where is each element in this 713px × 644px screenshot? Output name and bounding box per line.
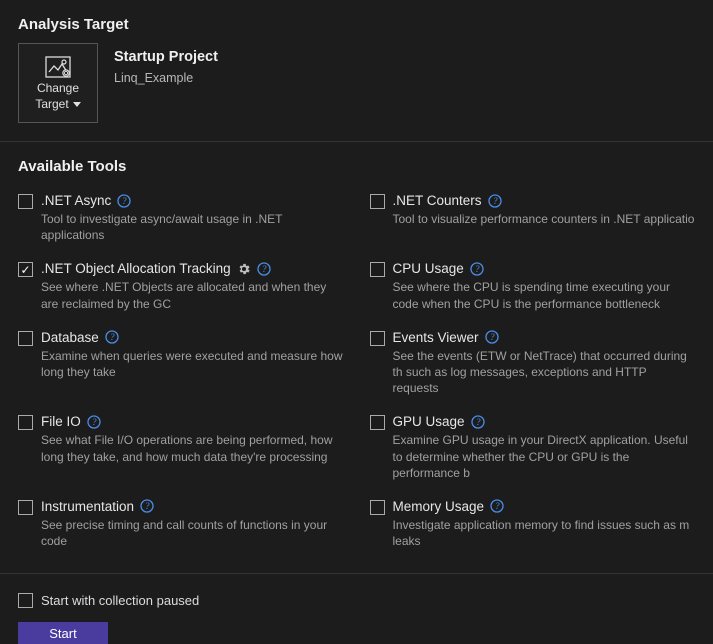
tool-net-async: .NET Async ? Tool to investigate async/a… [18,193,350,243]
tool-desc: Tool to visualize performance counters i… [393,211,702,227]
tool-checkbox[interactable] [370,194,385,209]
start-button[interactable]: Start [18,622,108,644]
help-icon[interactable]: ? [488,194,502,208]
available-tools-heading: Available Tools [0,142,713,185]
tool-name: .NET Object Allocation Tracking [41,261,231,276]
tool-database: Database ? Examine when queries were exe… [18,330,350,397]
start-paused-checkbox[interactable] [18,593,33,608]
svg-text:?: ? [495,501,500,511]
tool-name: .NET Counters [393,193,482,208]
help-icon[interactable]: ? [140,499,154,513]
help-icon[interactable]: ? [87,415,101,429]
tool-desc: Examine GPU usage in your DirectX applic… [393,432,702,481]
tool-desc: See where the CPU is spending time execu… [393,279,702,311]
tool-desc: See where .NET Objects are allocated and… [41,279,350,311]
tool-checkbox[interactable] [370,331,385,346]
tool-name: GPU Usage [393,414,465,429]
help-icon[interactable]: ? [471,415,485,429]
tool-desc: Tool to investigate async/await usage in… [41,211,350,243]
tool-memory-usage: Memory Usage ? Investigate application m… [370,499,702,549]
tool-name: Events Viewer [393,330,479,345]
svg-text:?: ? [145,501,150,511]
target-info: Startup Project Linq_Example [114,43,218,85]
tool-name: File IO [41,414,81,429]
svg-text:?: ? [262,264,267,274]
gear-icon[interactable] [237,262,251,276]
tool-desc: See the events (ETW or NetTrace) that oc… [393,348,702,397]
tool-name: Memory Usage [393,499,485,514]
change-target-label-line2: Target [35,97,68,111]
help-icon[interactable]: ? [117,194,131,208]
help-icon[interactable]: ? [470,262,484,276]
svg-text:?: ? [493,196,498,206]
svg-text:?: ? [122,196,127,206]
svg-text:?: ? [490,332,495,342]
tools-grid: .NET Async ? Tool to investigate async/a… [0,185,713,549]
tool-name: Database [41,330,99,345]
chevron-down-icon [73,102,81,107]
help-icon[interactable]: ? [490,499,504,513]
tool-checkbox[interactable] [18,500,33,515]
tool-desc: Examine when queries were executed and m… [41,348,350,380]
change-target-label-line2-row: Target [35,97,80,111]
tool-checkbox[interactable] [370,500,385,515]
tool-checkbox[interactable] [370,415,385,430]
start-paused-label: Start with collection paused [41,593,199,608]
svg-text:?: ? [475,264,480,274]
help-icon[interactable]: ? [105,330,119,344]
start-paused-option: Start with collection paused [18,592,713,608]
svg-text:?: ? [92,417,97,427]
change-target-label-line1: Change [37,81,79,95]
tool-cpu-usage: CPU Usage ? See where the CPU is spendin… [370,261,702,311]
help-icon[interactable]: ? [485,330,499,344]
tool-gpu-usage: GPU Usage ? Examine GPU usage in your Di… [370,414,702,481]
footer: Start with collection paused Start [0,573,713,644]
tool-net-counters: .NET Counters ? Tool to visualize perfor… [370,193,702,243]
tool-checkbox[interactable] [18,194,33,209]
tool-checkbox[interactable] [18,331,33,346]
tool-file-io: File IO ? See what File I/O operations a… [18,414,350,481]
project-name: Linq_Example [114,71,218,85]
analysis-target-row: Change Target Startup Project Linq_Examp… [0,43,713,123]
tool-name: Instrumentation [41,499,134,514]
tool-checkbox[interactable] [370,262,385,277]
tool-desc: See precise timing and call counts of fu… [41,517,350,549]
target-image-icon [44,55,72,79]
tool-checkbox[interactable] [18,415,33,430]
svg-text:?: ? [476,417,481,427]
tool-desc: Investigate application memory to find i… [393,517,702,549]
tool-events-viewer: Events Viewer ? See the events (ETW or N… [370,330,702,397]
svg-text:?: ? [110,332,115,342]
tool-desc: See what File I/O operations are being p… [41,432,350,464]
tool-instrumentation: Instrumentation ? See precise timing and… [18,499,350,549]
tool-checkbox[interactable] [18,262,33,277]
tool-name: .NET Async [41,193,111,208]
startup-project-label: Startup Project [114,49,218,65]
analysis-target-heading: Analysis Target [0,0,713,43]
tool-name: CPU Usage [393,261,464,276]
tool-net-object-allocation: .NET Object Allocation Tracking ? See wh… [18,261,350,311]
help-icon[interactable]: ? [257,262,271,276]
change-target-button[interactable]: Change Target [18,43,98,123]
